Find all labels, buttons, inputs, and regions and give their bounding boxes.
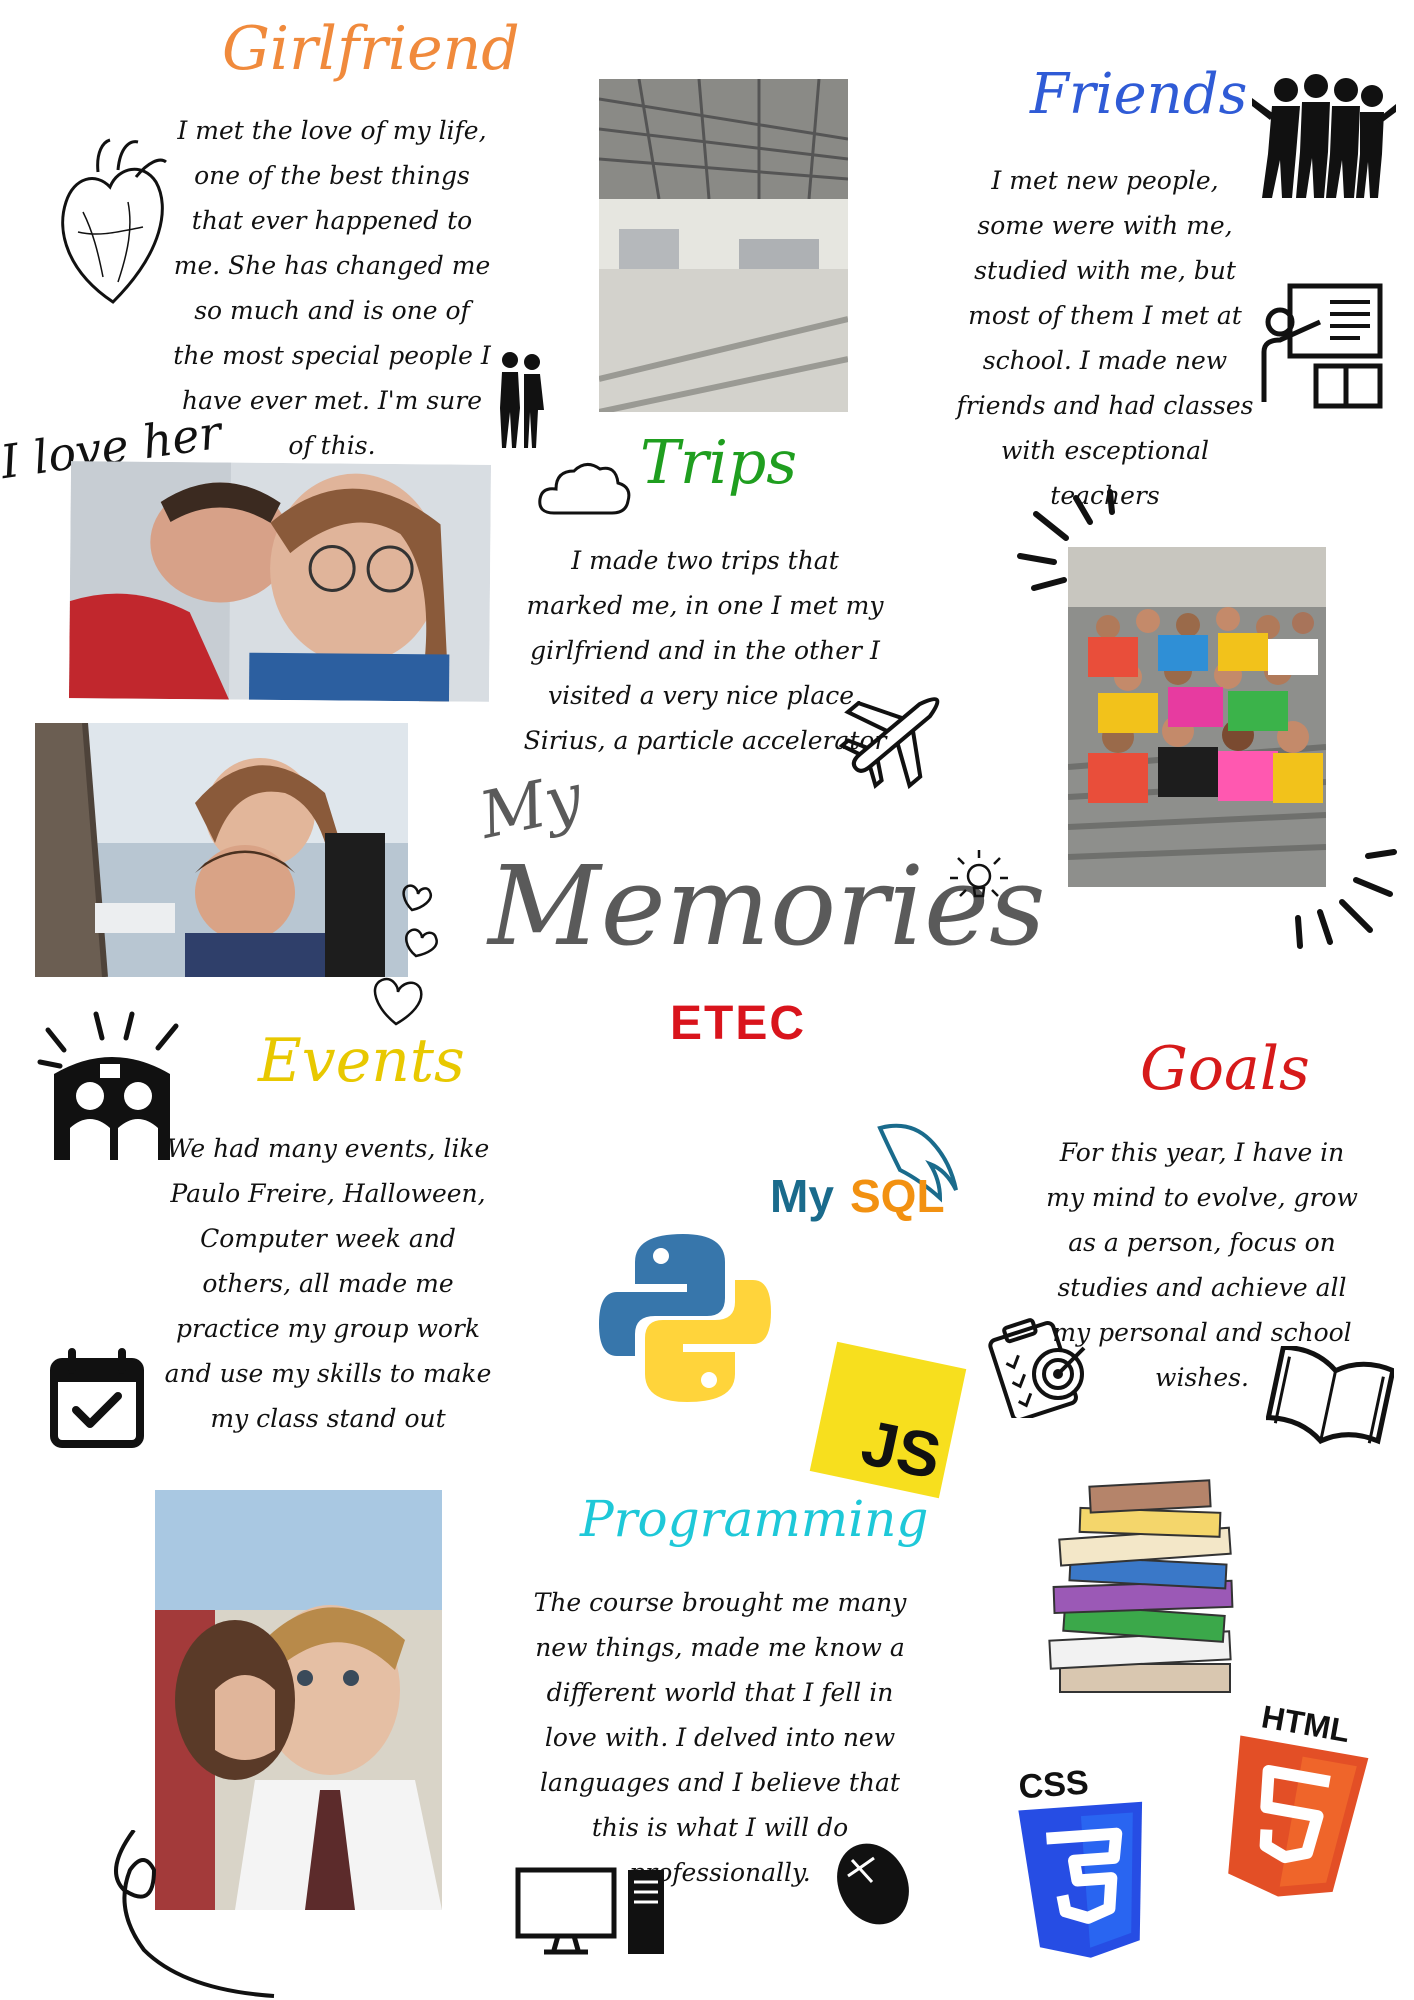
calendar-check-icon [50, 1348, 144, 1448]
mysql-logo-icon: My SQL [770, 1120, 970, 1230]
mysql-my-text: My [770, 1170, 834, 1222]
girlfriend-heading: Girlfriend [222, 14, 520, 84]
friends-text: I met new people, some were with me, stu… [956, 166, 1254, 510]
couple-silhouette-icon [490, 348, 552, 452]
events-text: We had many events, like Paulo Freire, H… [164, 1134, 492, 1433]
computer-icon [514, 1866, 668, 1958]
burst-lines-bottom [1290, 846, 1400, 950]
events-crowd-icon [36, 1010, 188, 1168]
girlfriend-text: I met the love of my life, one of the be… [173, 116, 491, 460]
photo-particle-accelerator [599, 79, 848, 412]
javascript-logo-icon: JS [808, 1340, 968, 1500]
books-stack-icon [1040, 1468, 1244, 1696]
mouse-icon [830, 1838, 916, 1930]
mysql-sql-text: SQL [850, 1170, 945, 1222]
title-my: My [473, 760, 589, 854]
html5-logo-icon: HTML [1220, 1700, 1370, 1900]
photo-selfie-couple [35, 723, 408, 977]
css3-logo-icon: CSS [1014, 1760, 1154, 1960]
heart-anatomy-icon [48, 132, 178, 312]
friends-heading: Friends [1030, 62, 1248, 127]
python-logo-icon [595, 1228, 775, 1408]
trips-heading: Trips [640, 428, 798, 498]
open-book-icon [1266, 1346, 1394, 1448]
goal-clipboard-icon [984, 1310, 1090, 1418]
cloud-icon [536, 455, 632, 519]
photo-kiss [68, 461, 492, 702]
hearts-icon [362, 880, 452, 1028]
photo-class-group [1068, 547, 1326, 887]
title-etec: ETEC [670, 997, 807, 1050]
css-text: CSS [1017, 1764, 1089, 1807]
friends-group-icon [1252, 74, 1396, 202]
curl-line-icon [104, 1830, 284, 2000]
events-heading: Events [258, 1026, 465, 1096]
lightbulb-icon [948, 846, 1010, 908]
programming-heading: Programming [580, 1490, 929, 1548]
teacher-board-icon [1260, 282, 1384, 410]
goals-heading: Goals [1140, 1034, 1310, 1104]
airplane-icon [834, 680, 954, 792]
